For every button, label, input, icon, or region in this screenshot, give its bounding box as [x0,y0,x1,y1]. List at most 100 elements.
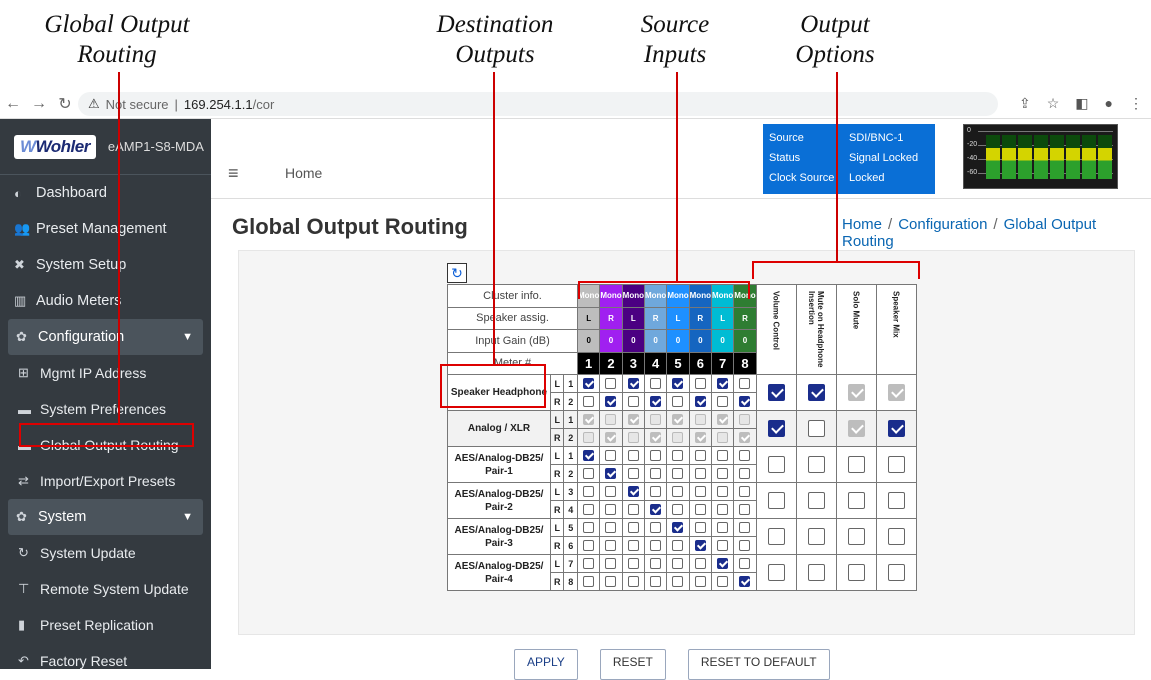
sidebar-item-mgmt-ip-address[interactable]: ⊞ Mgmt IP Address [0,355,211,391]
sidepanel-icon[interactable]: ◧ [1075,95,1088,112]
route-checkbox[interactable] [717,468,729,480]
option-checkbox[interactable] [847,456,865,473]
share-icon[interactable]: ⇪ [1019,95,1031,112]
route-checkbox[interactable] [717,504,729,516]
mini-audio-meter[interactable]: 0 -20 -40 -60 [963,124,1118,189]
route-checkbox[interactable] [739,396,751,408]
route-checkbox[interactable] [672,540,684,552]
route-checkbox[interactable] [605,396,617,408]
apply-button[interactable]: APPLY [514,649,578,680]
route-checkbox[interactable] [650,576,662,588]
option-checkbox[interactable] [807,492,825,509]
option-checkbox[interactable] [887,564,905,581]
hamburger-menu-icon[interactable]: ≡ [228,163,239,184]
route-checkbox[interactable] [672,522,684,534]
route-checkbox[interactable] [605,378,617,390]
option-checkbox[interactable] [847,564,865,581]
route-checkbox[interactable] [694,378,706,390]
option-checkbox[interactable] [767,528,785,545]
route-checkbox[interactable] [694,486,706,498]
route-checkbox[interactable] [650,486,662,498]
option-checkbox[interactable] [847,528,865,545]
option-checkbox[interactable] [807,564,825,581]
sidebar-item-audio-meters[interactable]: ▥ Audio Meters [0,283,211,319]
sidebar-item-import-export-presets[interactable]: ⇄ Import/Export Presets [0,463,211,499]
route-checkbox[interactable] [650,450,662,462]
home-link[interactable]: Home [285,165,322,181]
route-checkbox[interactable] [672,576,684,588]
route-checkbox[interactable] [694,450,706,462]
sidebar-item-configuration[interactable]: ✿ Configuration ▼ [8,319,203,355]
route-checkbox[interactable] [627,576,639,588]
reset-to-default-button[interactable]: RESET TO DEFAULT [687,649,830,680]
route-checkbox[interactable] [739,576,751,588]
back-icon[interactable]: ← [0,95,26,113]
sidebar-item-system-setup[interactable]: ✖ System Setup [0,247,211,283]
option-checkbox[interactable] [807,456,825,473]
route-checkbox[interactable] [650,378,662,390]
option-checkbox[interactable] [767,384,785,401]
route-checkbox[interactable] [717,450,729,462]
option-checkbox[interactable] [767,420,785,437]
route-checkbox[interactable] [717,396,729,408]
sidebar-item-factory-reset[interactable]: ↶ Factory Reset [0,643,211,679]
option-checkbox[interactable] [807,528,825,545]
option-checkbox[interactable] [807,384,825,401]
route-checkbox[interactable] [717,378,729,390]
route-checkbox[interactable] [739,540,751,552]
route-checkbox[interactable] [672,486,684,498]
option-checkbox[interactable] [887,420,905,437]
sidebar-item-dashboard[interactable]: ◐ Dashboard [0,175,211,211]
route-checkbox[interactable] [694,558,706,570]
route-checkbox[interactable] [605,576,617,588]
route-checkbox[interactable] [583,486,595,498]
route-checkbox[interactable] [583,396,595,408]
route-checkbox[interactable] [605,540,617,552]
route-checkbox[interactable] [627,378,639,390]
profile-icon[interactable]: ● [1105,95,1113,112]
refresh-icon[interactable]: ↻ [447,263,467,283]
route-checkbox[interactable] [650,396,662,408]
option-checkbox[interactable] [807,420,825,437]
route-checkbox[interactable] [583,522,595,534]
option-checkbox[interactable] [887,528,905,545]
route-checkbox[interactable] [694,540,706,552]
route-checkbox[interactable] [739,504,751,516]
route-checkbox[interactable] [694,576,706,588]
route-checkbox[interactable] [650,504,662,516]
option-checkbox[interactable] [767,492,785,509]
sidebar-item-system-update[interactable]: ↻ System Update [0,535,211,571]
route-checkbox[interactable] [739,558,751,570]
route-checkbox[interactable] [694,504,706,516]
route-checkbox[interactable] [583,540,595,552]
brand[interactable]: WWohler eAMP1-S8-MDA [0,119,211,175]
route-checkbox[interactable] [650,558,662,570]
route-checkbox[interactable] [739,486,751,498]
route-checkbox[interactable] [672,378,684,390]
route-checkbox[interactable] [583,450,595,462]
route-checkbox[interactable] [717,576,729,588]
sidebar-item-system-preferences[interactable]: ▬ System Preferences [0,391,211,427]
route-checkbox[interactable] [717,558,729,570]
route-checkbox[interactable] [605,504,617,516]
route-checkbox[interactable] [650,522,662,534]
option-checkbox[interactable] [767,564,785,581]
route-checkbox[interactable] [672,558,684,570]
route-checkbox[interactable] [605,486,617,498]
route-checkbox[interactable] [605,558,617,570]
route-checkbox[interactable] [739,378,751,390]
option-checkbox[interactable] [887,456,905,473]
route-checkbox[interactable] [627,450,639,462]
option-checkbox[interactable] [767,456,785,473]
route-checkbox[interactable] [605,468,617,480]
sidebar-item-remote-system-update[interactable]: ⊤ Remote System Update [0,571,211,607]
route-checkbox[interactable] [650,540,662,552]
route-checkbox[interactable] [627,522,639,534]
route-checkbox[interactable] [650,468,662,480]
route-checkbox[interactable] [717,522,729,534]
route-checkbox[interactable] [717,540,729,552]
route-checkbox[interactable] [627,540,639,552]
route-checkbox[interactable] [672,396,684,408]
sidebar-item-system[interactable]: ✿ System ▼ [8,499,203,535]
route-checkbox[interactable] [739,468,751,480]
